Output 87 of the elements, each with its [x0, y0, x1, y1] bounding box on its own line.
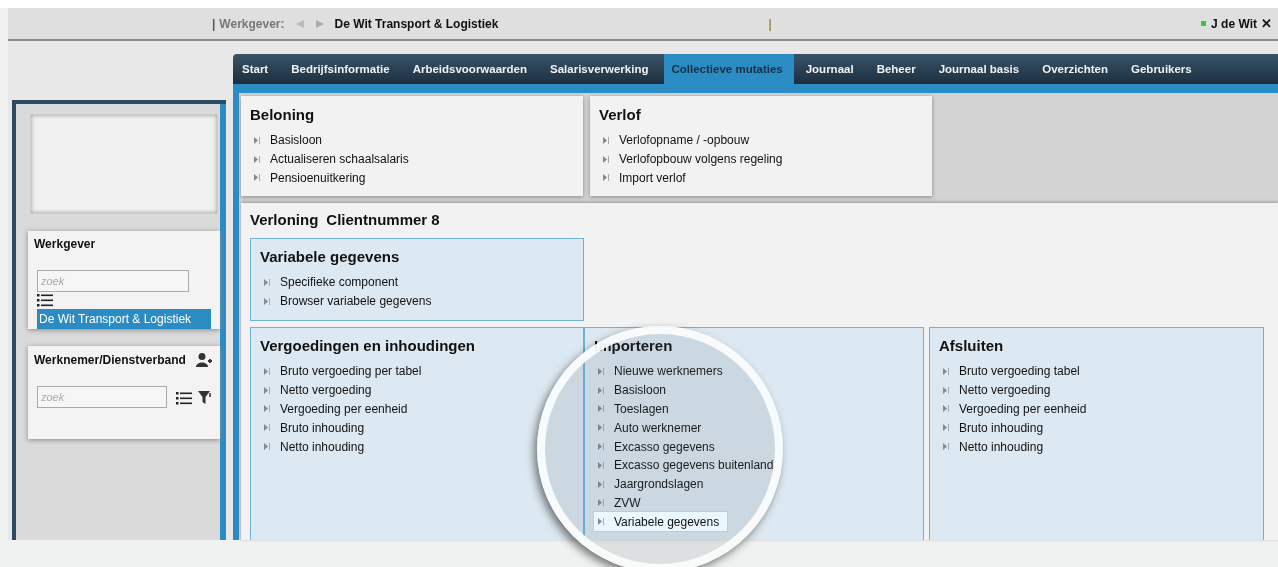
group-title: Afsluiten: [939, 337, 1005, 354]
nav-tab[interactable]: Beheer: [869, 54, 927, 84]
card-title: Werkgever: [34, 237, 97, 251]
arrow-icon: [942, 366, 950, 376]
add-person-icon[interactable]: [195, 352, 212, 368]
menu-item[interactable]: Nieuwe werknemers: [594, 362, 731, 381]
employer-label: Werkgever:: [219, 16, 285, 31]
arrow-icon: [263, 277, 271, 287]
menu-item[interactable]: Auto werknemer: [594, 418, 710, 438]
arrow-icon: [597, 460, 605, 470]
menu-item[interactable]: Verlofopname / -opbouw: [599, 131, 758, 150]
arrow-icon: [263, 366, 271, 376]
close-button[interactable]: ✕: [1261, 16, 1272, 31]
arrow-icon: [263, 423, 271, 433]
menu-item[interactable]: Basisloon: [594, 380, 675, 400]
menu-item[interactable]: Netto inhouding: [939, 437, 1052, 456]
nav-tab[interactable]: Journaal basis: [931, 54, 1031, 84]
nav-tab[interactable]: Arbeidsvoorwaarden: [405, 54, 539, 84]
separator: |: [212, 16, 216, 31]
arrow-icon: [597, 517, 605, 527]
menu-item[interactable]: Toeslagen: [594, 399, 677, 419]
group-title: Variabele gegevens: [260, 248, 401, 265]
card-title: Werknemer/Dienstverband: [34, 353, 187, 367]
arrow-icon: [942, 404, 950, 414]
menu-item[interactable]: Netto vergoeding: [260, 380, 380, 400]
arrow-icon: [263, 296, 271, 306]
user-name: J de Wit: [1211, 16, 1257, 31]
section-title: Verloning: [250, 211, 319, 228]
nav-tab[interactable]: Salarisverwerking: [543, 54, 660, 84]
arrow-icon: [942, 442, 950, 452]
arrow-icon: [602, 135, 610, 145]
arrow-icon: [263, 404, 271, 414]
nav-tab[interactable]: Bedrijfsinformatie: [284, 54, 401, 84]
separator: |: [768, 16, 772, 31]
menu-item[interactable]: Excasso gegevens: [594, 437, 723, 456]
nav-tab[interactable]: Journaal: [798, 54, 865, 84]
arrow-icon: [253, 135, 261, 145]
menu-item[interactable]: Vergoeding per eenheid: [260, 399, 416, 419]
arrow-icon: [597, 366, 605, 376]
arrow-icon: [942, 385, 950, 395]
menu-item[interactable]: Basisloon: [250, 131, 331, 150]
menu-item[interactable]: Actualiseren schaalsalaris: [250, 149, 417, 169]
list-icon[interactable]: [176, 391, 192, 405]
menu-item[interactable]: Jaargrondslagen: [594, 474, 712, 494]
group-title: Vergoedingen en inhoudingen: [260, 337, 476, 354]
search-field[interactable]: zoek: [37, 386, 167, 408]
arrow-icon: [597, 498, 605, 508]
nav-tab[interactable]: Start: [235, 54, 280, 84]
arrow-icon: [602, 173, 610, 183]
arrow-icon: [597, 404, 605, 414]
menu-item[interactable]: Bruto vergoeding per tabel: [260, 362, 430, 381]
list-icon[interactable]: [37, 294, 53, 307]
arrow-icon: [597, 423, 605, 433]
menu-item[interactable]: Bruto inhouding: [939, 418, 1052, 438]
employer-name: De Wit Transport & Logistiek: [334, 16, 499, 31]
card-title: Beloning: [250, 106, 316, 123]
arrow-icon: [597, 479, 605, 489]
search-field[interactable]: zoek: [37, 270, 189, 292]
menu-item[interactable]: Pensioenuitkering: [250, 168, 374, 188]
arrow-icon: [263, 442, 271, 452]
arrow-icon: [263, 385, 271, 395]
group-title: Importeren: [594, 337, 674, 354]
arrow-icon: [597, 385, 605, 395]
nav-tab[interactable]: Collectieve mutaties: [664, 54, 794, 84]
filter-icon[interactable]: [198, 389, 212, 405]
menu-item[interactable]: Bruto inhouding: [260, 418, 373, 438]
arrow-icon: [942, 423, 950, 433]
menu-item[interactable]: ZVW: [594, 493, 649, 513]
menu-item[interactable]: Import verlof: [599, 168, 694, 188]
nav-tab[interactable]: Overzichten: [1035, 54, 1119, 84]
menu-item[interactable]: Bruto vergoeding tabel: [939, 362, 1088, 381]
menu-item[interactable]: Vergoeding per eenheid: [939, 399, 1095, 419]
menu-item[interactable]: Variabele gegevens: [594, 512, 728, 532]
arrow-icon: [253, 173, 261, 183]
menu-item[interactable]: Browser variabele gegevens: [260, 291, 440, 311]
arrow-icon: [597, 442, 605, 452]
arrow-icon: [253, 154, 261, 164]
nav-tab[interactable]: Gebruikers: [1124, 54, 1203, 84]
menu-item[interactable]: Verlofopbouw volgens regeling: [599, 149, 791, 169]
arrow-icon: [602, 154, 610, 164]
menu-item[interactable]: Netto inhouding: [260, 437, 373, 456]
menu-item[interactable]: Excasso gegevens buitenland: [594, 456, 782, 475]
menu-item[interactable]: Netto vergoeding: [939, 380, 1059, 400]
client-number: Clientnummer 8: [326, 211, 440, 228]
employer-item[interactable]: De Wit Transport & Logistiek: [37, 309, 211, 329]
card-title: Verlof: [599, 106, 642, 123]
menu-item[interactable]: Specifieke component: [260, 273, 407, 292]
